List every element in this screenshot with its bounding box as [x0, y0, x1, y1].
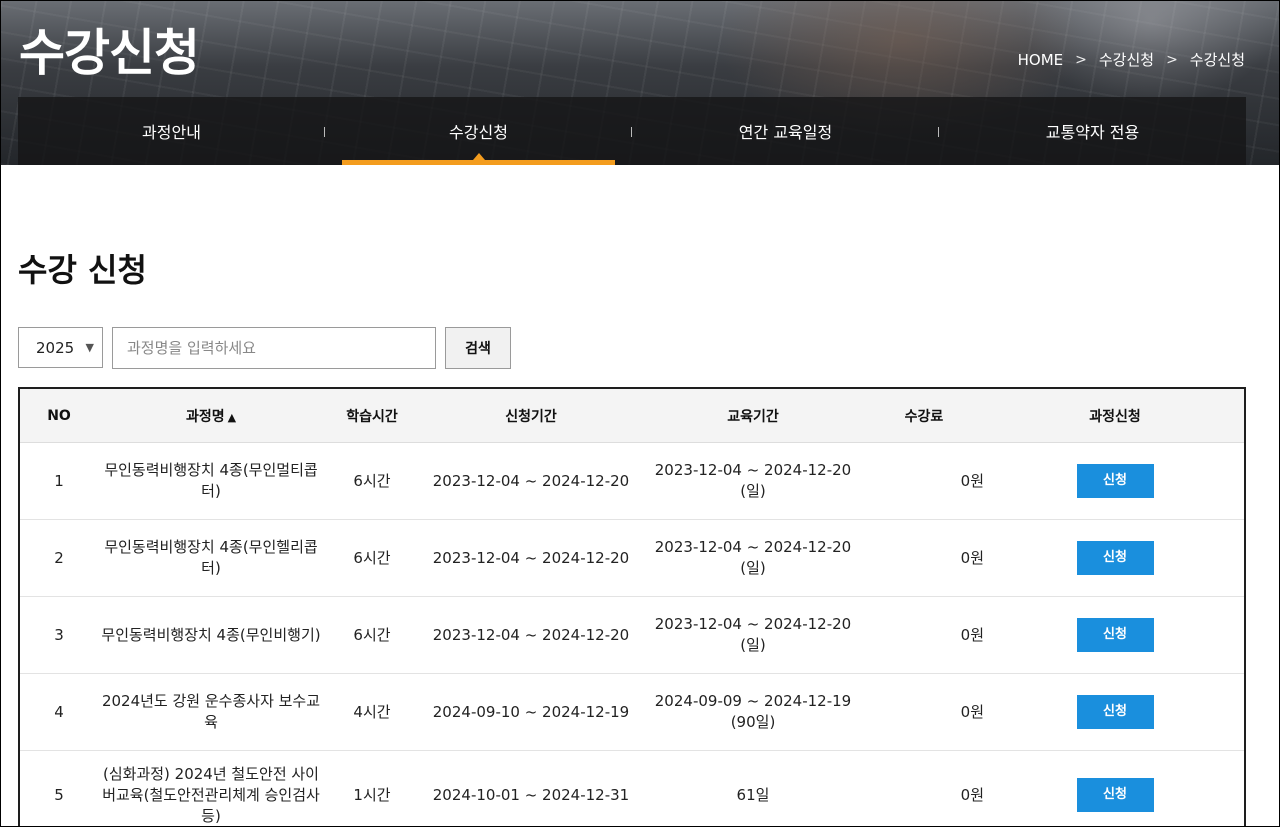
- course-table: NO 과정명 ▲ 학습시간 신청기간 교육기간 수강료 과정신청 1 무인동력비행…: [18, 387, 1246, 826]
- cell-no: 5: [20, 750, 98, 826]
- cell-hours: 6시간: [324, 519, 420, 597]
- fee-value: 0원: [960, 471, 984, 490]
- breadcrumb-item-1[interactable]: 수강신청: [1099, 49, 1154, 70]
- cell-edu-period: 2023-12-04 ~ 2024-12-20 (일): [642, 596, 864, 674]
- cell-edu-period: 2023-12-04 ~ 2024-12-20 (일): [642, 442, 864, 520]
- caret-down-icon: ▼: [85, 341, 94, 354]
- fee-value: 0원: [960, 702, 984, 721]
- apply-button[interactable]: 신청: [1076, 464, 1154, 498]
- year-select[interactable]: 2025 ▼: [18, 327, 103, 368]
- breadcrumb: HOME > 수강신청 > 수강신청: [1018, 49, 1245, 70]
- cell-course-name: (심화과정) 2024년 철도안전 사이버교육(철도안전관리체계 승인검사 등): [98, 750, 324, 826]
- chevron-right-icon: >: [1166, 51, 1178, 68]
- cell-apply-period: 2024-10-01 ~ 2024-12-31: [420, 750, 642, 826]
- cell-fee: 0원: [864, 442, 984, 520]
- nav-item-accessibility[interactable]: 교통약자 전용: [938, 97, 1246, 165]
- apply-button[interactable]: 신청: [1076, 618, 1154, 652]
- table-row: 4 2024년도 강원 운수종사자 보수교육 4시간 2024-09-10 ~ …: [20, 673, 1244, 751]
- col-header-course-name[interactable]: 과정명 ▲: [98, 389, 324, 443]
- nav-divider: [631, 127, 632, 137]
- cell-no: 4: [20, 673, 98, 751]
- nav-item-course-info[interactable]: 과정안내: [18, 97, 325, 165]
- nav-item-label: 과정안내: [142, 123, 201, 142]
- breadcrumb-home[interactable]: HOME: [1018, 51, 1064, 69]
- fee-value: 0원: [960, 548, 984, 567]
- col-header-hours: 학습시간: [324, 389, 420, 443]
- cell-apply: 신청: [984, 442, 1244, 520]
- cell-hours: 6시간: [324, 596, 420, 674]
- apply-button[interactable]: 신청: [1076, 778, 1154, 812]
- search-input[interactable]: [112, 327, 436, 369]
- year-select-value: 2025: [36, 338, 75, 357]
- cell-no: 1: [20, 442, 98, 520]
- cell-apply-period: 2024-09-10 ~ 2024-12-19: [420, 673, 642, 751]
- cell-hours: 4시간: [324, 673, 420, 751]
- cell-fee: 0원: [864, 673, 984, 751]
- col-header-fee: 수강료: [864, 389, 984, 443]
- nav-item-label: 연간 교육일정: [738, 123, 833, 142]
- apply-button[interactable]: 신청: [1076, 695, 1154, 729]
- col-header-label: 과정명: [185, 408, 225, 425]
- page-title: 수강 신청: [18, 251, 147, 289]
- table-row: 5 (심화과정) 2024년 철도안전 사이버교육(철도안전관리체계 승인검사 …: [20, 750, 1244, 826]
- search-bar: 2025 ▼ 검색: [18, 327, 511, 369]
- cell-no: 3: [20, 596, 98, 674]
- col-header-no: NO: [20, 389, 98, 443]
- cell-edu-period: 61일: [642, 750, 864, 826]
- hero-banner: 수강신청 HOME > 수강신청 > 수강신청 과정안내 수강신청 연간 교육일…: [1, 1, 1279, 165]
- search-button[interactable]: 검색: [445, 327, 511, 369]
- hero-title: 수강신청: [19, 24, 200, 82]
- sort-up-icon: ▲: [227, 410, 237, 424]
- nav-item-label: 교통약자 전용: [1045, 123, 1140, 142]
- nav-item-label: 수강신청: [449, 123, 508, 142]
- cell-fee: 0원: [864, 750, 984, 826]
- main-nav: 과정안내 수강신청 연간 교육일정 교통약자 전용: [18, 97, 1246, 165]
- cell-apply-period: 2023-12-04 ~ 2024-12-20: [420, 442, 642, 520]
- fee-value: 0원: [960, 625, 984, 644]
- cell-apply-period: 2023-12-04 ~ 2024-12-20: [420, 596, 642, 674]
- nav-item-registration[interactable]: 수강신청: [324, 97, 632, 165]
- cell-course-name: 무인동력비행장치 4종(무인헬리콥터): [98, 519, 324, 597]
- cell-hours: 6시간: [324, 442, 420, 520]
- cell-course-name: 무인동력비행장치 4종(무인비행기): [98, 596, 324, 674]
- nav-item-annual-schedule[interactable]: 연간 교육일정: [631, 97, 939, 165]
- col-header-edu-period: 교육기간: [642, 389, 864, 443]
- cell-edu-period: 2024-09-09 ~ 2024-12-19 (90일): [642, 673, 864, 751]
- nav-divider: [324, 127, 325, 137]
- apply-button[interactable]: 신청: [1076, 541, 1154, 575]
- nav-divider: [938, 127, 939, 137]
- table-row: 1 무인동력비행장치 4종(무인멀티콥터) 6시간 2023-12-04 ~ 2…: [20, 442, 1244, 520]
- chevron-right-icon: >: [1075, 51, 1087, 68]
- table-header-row: NO 과정명 ▲ 학습시간 신청기간 교육기간 수강료 과정신청: [20, 389, 1244, 443]
- cell-apply: 신청: [984, 673, 1244, 751]
- cell-apply: 신청: [984, 519, 1244, 597]
- page-frame: 수강신청 HOME > 수강신청 > 수강신청 과정안내 수강신청 연간 교육일…: [0, 0, 1280, 827]
- cell-fee: 0원: [864, 519, 984, 597]
- cell-edu-period: 2023-12-04 ~ 2024-12-20 (일): [642, 519, 864, 597]
- cell-course-name: 무인동력비행장치 4종(무인멀티콥터): [98, 442, 324, 520]
- col-header-apply: 과정신청: [984, 389, 1244, 443]
- cell-no: 2: [20, 519, 98, 597]
- cell-course-name: 2024년도 강원 운수종사자 보수교육: [98, 673, 324, 751]
- cell-apply-period: 2023-12-04 ~ 2024-12-20: [420, 519, 642, 597]
- cell-apply: 신청: [984, 596, 1244, 674]
- col-header-apply-period: 신청기간: [420, 389, 642, 443]
- cell-fee: 0원: [864, 596, 984, 674]
- cell-apply: 신청: [984, 750, 1244, 826]
- fee-value: 0원: [960, 785, 984, 804]
- table-row: 3 무인동력비행장치 4종(무인비행기) 6시간 2023-12-04 ~ 20…: [20, 596, 1244, 674]
- breadcrumb-item-2[interactable]: 수강신청: [1190, 49, 1245, 70]
- table-row: 2 무인동력비행장치 4종(무인헬리콥터) 6시간 2023-12-04 ~ 2…: [20, 519, 1244, 597]
- cell-hours: 1시간: [324, 750, 420, 826]
